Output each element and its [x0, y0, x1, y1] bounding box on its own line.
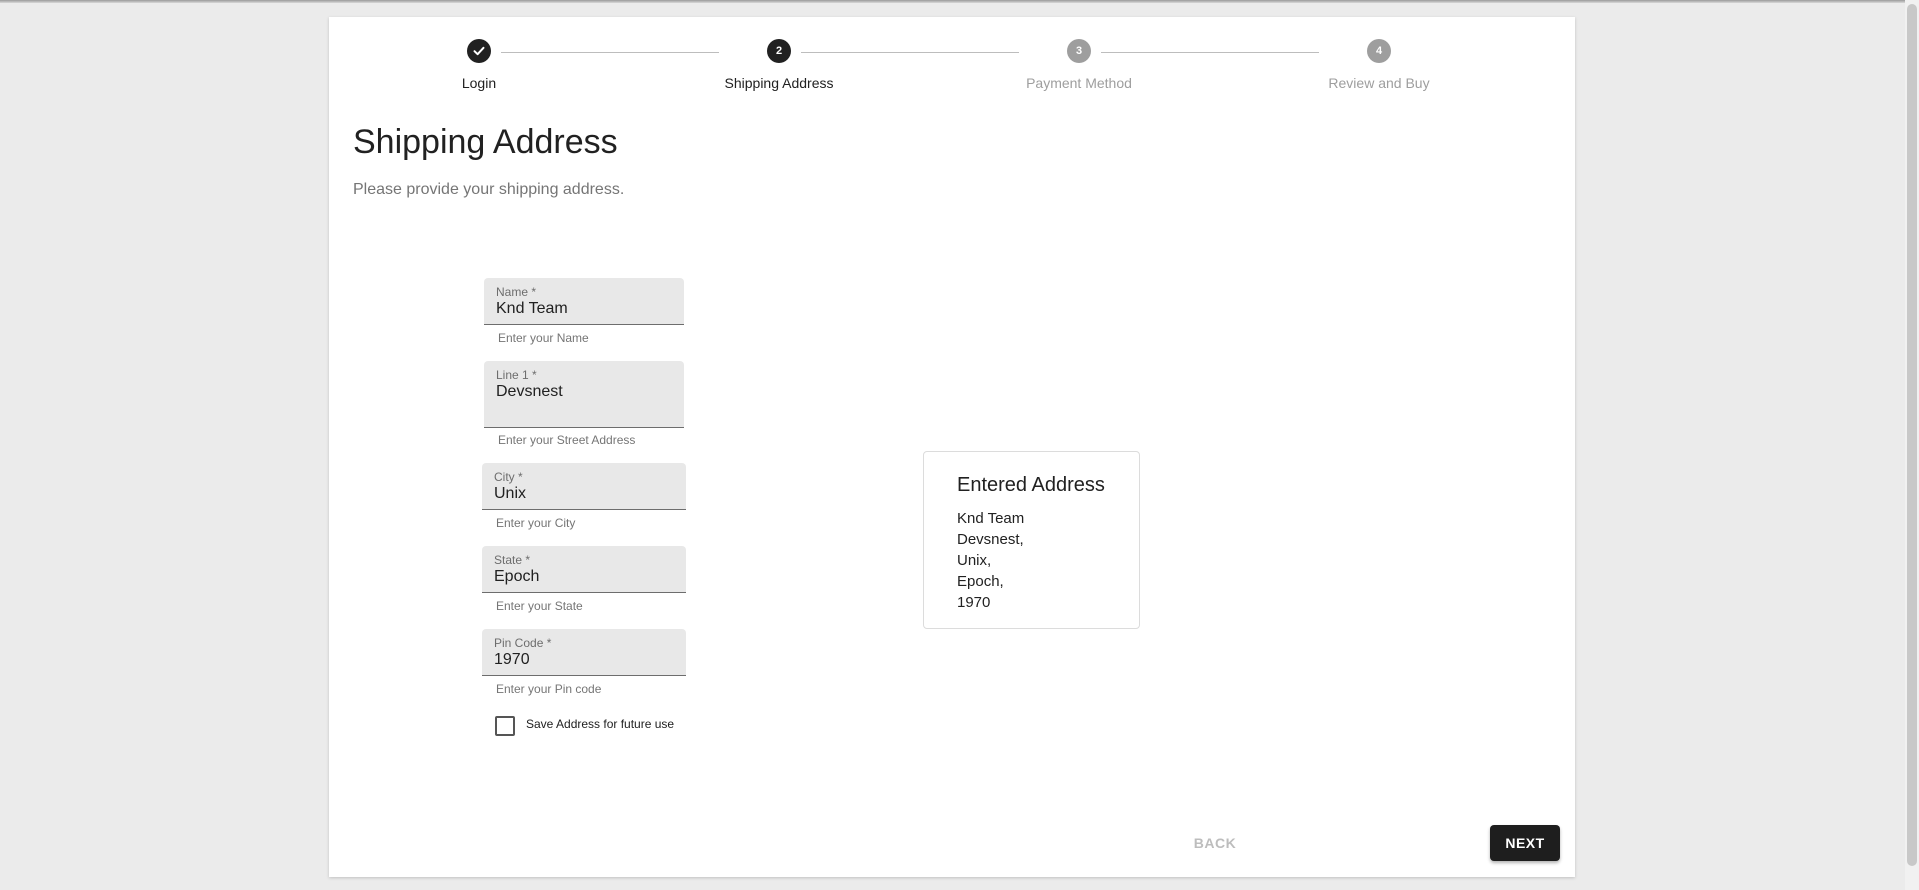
city-field[interactable]: City *: [482, 463, 686, 510]
pincode-field[interactable]: Pin Code *: [482, 629, 686, 676]
step-payment-method[interactable]: 3 Payment Method: [929, 39, 1229, 91]
field-label: Name *: [496, 285, 537, 299]
next-button[interactable]: NEXT: [1490, 825, 1560, 861]
name-input[interactable]: [496, 300, 676, 318]
pincode-input[interactable]: [494, 651, 674, 669]
step-label: Review and Buy: [1328, 75, 1430, 91]
step-label: Login: [461, 75, 497, 91]
address-line: Epoch,: [957, 573, 1004, 590]
back-button[interactable]: BACK: [1175, 825, 1255, 861]
line1-field[interactable]: Line 1 *: [484, 361, 684, 428]
page-title: Shipping Address: [353, 123, 618, 161]
page-subtitle: Please provide your shipping address.: [353, 181, 625, 198]
state-input[interactable]: [494, 568, 674, 586]
helper-text: Enter your City: [496, 516, 576, 530]
entered-address-card: Entered Address Knd Team Devsnest, Unix,…: [923, 451, 1140, 629]
state-field[interactable]: State *: [482, 546, 686, 593]
top-shadow: [0, 0, 1919, 3]
city-input[interactable]: [494, 485, 674, 503]
check-icon: [467, 39, 491, 63]
address-line: Devsnest,: [957, 531, 1024, 548]
checkout-stepper: Login 2 Shipping Address 3 Payment Metho…: [329, 17, 1575, 117]
scrollbar-thumb[interactable]: [1907, 4, 1917, 866]
step-review-and-buy[interactable]: 4 Review and Buy: [1229, 39, 1529, 91]
entered-address-title: Entered Address: [957, 474, 1105, 496]
helper-text: Enter your Street Address: [498, 433, 636, 447]
step-login[interactable]: Login: [329, 39, 629, 91]
name-field[interactable]: Name *: [484, 278, 684, 325]
checkout-card: Login 2 Shipping Address 3 Payment Metho…: [329, 17, 1575, 877]
helper-text: Enter your Name: [498, 331, 589, 345]
helper-text: Enter your Pin code: [496, 682, 602, 696]
save-address-checkbox[interactable]: [495, 716, 515, 736]
step-label: Payment Method: [1026, 75, 1132, 91]
line1-input[interactable]: [496, 383, 676, 401]
field-label: Pin Code *: [494, 636, 552, 650]
address-line: Knd Team: [957, 510, 1025, 527]
step-shipping-address[interactable]: 2 Shipping Address: [629, 39, 929, 91]
step-number: 2: [767, 39, 791, 63]
address-line: 1970: [957, 594, 991, 611]
field-label: City *: [494, 470, 523, 484]
save-address-label[interactable]: Save Address for future use: [526, 717, 674, 731]
address-line: Unix,: [957, 552, 992, 569]
step-label: Shipping Address: [724, 75, 834, 91]
scrollbar-track[interactable]: [1905, 0, 1919, 890]
field-label: State *: [494, 553, 531, 567]
step-number: 4: [1367, 39, 1391, 63]
field-label: Line 1 *: [496, 368, 537, 382]
helper-text: Enter your State: [496, 599, 583, 613]
step-number: 3: [1067, 39, 1091, 63]
